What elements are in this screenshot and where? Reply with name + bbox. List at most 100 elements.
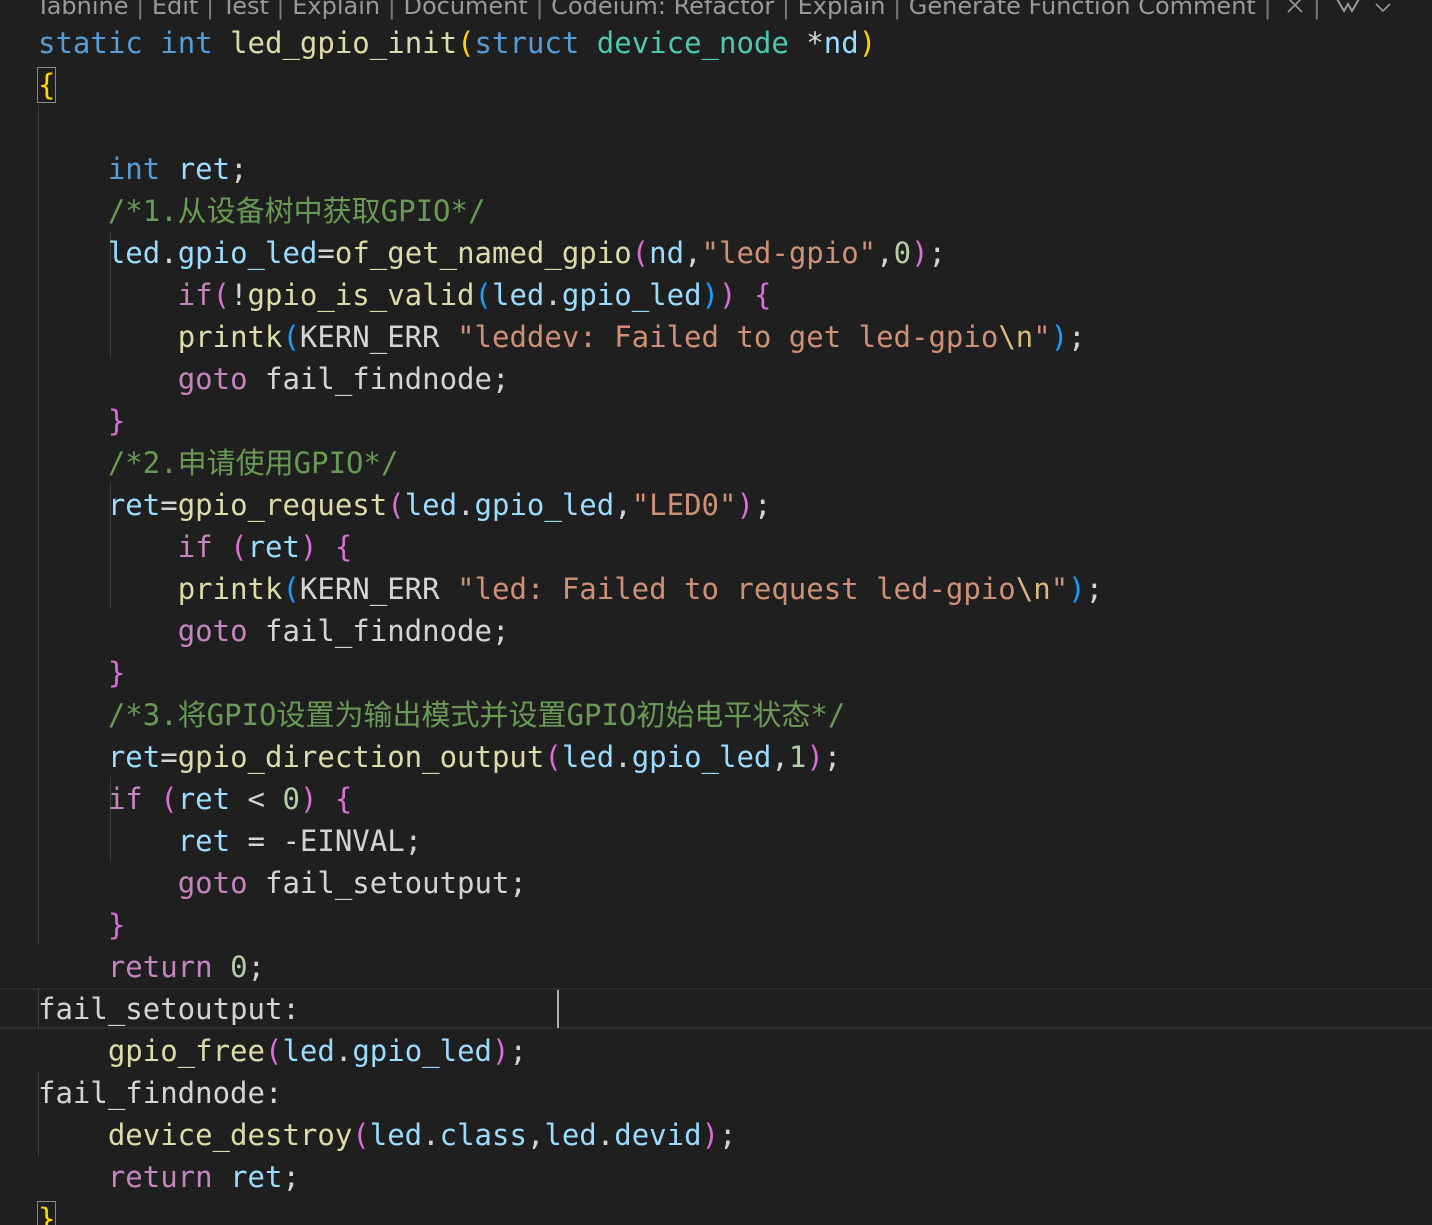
code-token: led_gpio_init xyxy=(230,26,458,60)
code-token: " xyxy=(1033,320,1051,354)
code-token: 0 xyxy=(230,950,248,984)
code-token: ; xyxy=(928,236,947,270)
code-token: gpio_free xyxy=(107,1034,265,1068)
code-token: gpio_led xyxy=(561,278,702,312)
code-line: goto fail_findnode; xyxy=(38,358,510,400)
code-token: led xyxy=(492,278,545,312)
code-token: "leddev: Failed to get led-gpio xyxy=(457,320,999,354)
code-token: led xyxy=(107,236,161,270)
codelens-separator: | xyxy=(885,0,909,20)
codelens-separator: | xyxy=(527,0,552,20)
codelens-separator: | xyxy=(268,0,293,20)
chevron-down-icon[interactable] xyxy=(1374,0,1392,25)
code-token: /*1.从设备树中获取GPIO*/ xyxy=(107,194,486,228)
codelens-bar: Tabnine | Edit | Test | Explain | Docume… xyxy=(36,0,1392,24)
code-editor[interactable]: Tabnine | Edit | Test | Explain | Docume… xyxy=(0,0,1432,1225)
code-line: } xyxy=(38,400,125,442)
tabnine-logo-icon[interactable] xyxy=(1335,0,1361,25)
codelens-separator: | xyxy=(380,0,404,20)
code-token: ) xyxy=(736,488,754,522)
code-token: ( xyxy=(160,782,178,816)
code-token: ( xyxy=(230,530,248,564)
code-token: ( xyxy=(457,26,475,60)
code-token: ret xyxy=(230,1160,283,1194)
code-token: . xyxy=(422,1118,440,1152)
code-token: . xyxy=(544,278,562,312)
code-token: 0 xyxy=(893,236,912,270)
code-token: if xyxy=(177,530,213,564)
codelens-item[interactable]: Tabnine xyxy=(36,0,128,20)
code-token: \n xyxy=(1015,572,1051,606)
code-line: } xyxy=(38,904,125,946)
code-token: ( xyxy=(387,488,405,522)
code-line: } xyxy=(38,652,125,694)
codelens-item[interactable]: Edit xyxy=(152,0,198,20)
code-token: int xyxy=(107,152,161,186)
code-token: } xyxy=(107,404,126,438)
codelens-item[interactable]: Explain xyxy=(292,0,380,20)
code-token: return xyxy=(107,950,213,984)
code-token: led xyxy=(282,1034,335,1068)
code-line: printk(KERN_ERR "leddev: Failed to get l… xyxy=(38,316,1086,358)
code-token: int xyxy=(160,26,213,60)
code-token: ; xyxy=(282,1160,300,1194)
codelens-item[interactable]: Generate Function Comment xyxy=(909,0,1256,20)
code-token: ) xyxy=(299,530,318,564)
code-token: ret xyxy=(247,530,300,564)
code-token: gpio_led xyxy=(474,488,615,522)
code-token: \n xyxy=(998,320,1034,354)
code-token: fail_setoutput: xyxy=(38,992,300,1026)
code-token: ( xyxy=(264,1034,283,1068)
code-token: devid xyxy=(614,1118,702,1152)
code-token: ; xyxy=(509,1034,527,1068)
code-line: ret = -EINVAL; xyxy=(38,820,422,862)
code-token: ) xyxy=(806,740,824,774)
codelens-item[interactable]: Explain xyxy=(798,0,886,20)
text-cursor xyxy=(557,990,559,1028)
code-token: ; xyxy=(719,1118,737,1152)
code-token: ; xyxy=(247,950,266,984)
code-token: goto xyxy=(177,614,248,648)
code-token: class xyxy=(439,1118,527,1152)
code-line: /*3.将GPIO设置为输出模式并设置GPIO初始电平状态*/ xyxy=(38,694,845,736)
code-line: ret=gpio_request(led.gpio_led,"LED0"); xyxy=(38,484,772,526)
code-token: fail_findnode; xyxy=(247,614,510,648)
code-line: device_destroy(led.class,led.devid); xyxy=(38,1114,737,1156)
code-line: led.gpio_led=of_get_named_gpio(nd,"led-g… xyxy=(38,232,946,274)
code-line: return ret; xyxy=(38,1156,300,1198)
code-token: "led-gpio" xyxy=(701,236,877,270)
codelens-item[interactable]: Test xyxy=(222,0,269,20)
code-line: int ret; xyxy=(38,148,248,190)
code-token: if xyxy=(177,278,213,312)
codelens-item[interactable]: Codeium: Refactor xyxy=(551,0,774,20)
code-token: , xyxy=(614,488,632,522)
code-token: , xyxy=(684,236,702,270)
code-token: /*3.将GPIO设置为输出模式并设置GPIO初始电平状态*/ xyxy=(107,698,846,732)
close-icon[interactable] xyxy=(1285,0,1305,25)
code-token: = xyxy=(160,740,178,774)
code-token: " xyxy=(1050,572,1069,606)
code-token: } xyxy=(107,908,126,942)
code-line: gpio_free(led.gpio_led); xyxy=(38,1030,527,1072)
codelens-item[interactable]: Document xyxy=(403,0,527,20)
code-token: , xyxy=(876,236,894,270)
code-line: if(!gpio_is_valid(led.gpio_led)) { xyxy=(38,274,772,316)
code-token: ; xyxy=(823,740,842,774)
code-line: return 0; xyxy=(38,946,265,988)
code-token: { xyxy=(36,67,57,103)
code-token: nd xyxy=(823,26,859,60)
